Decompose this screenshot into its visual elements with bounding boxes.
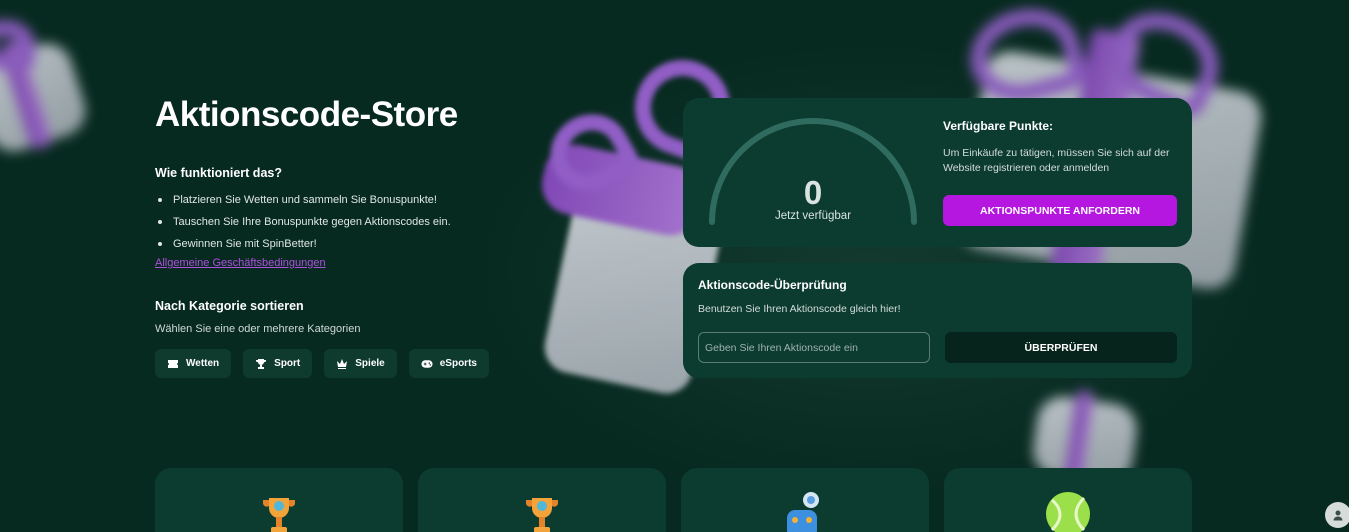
category-chip-spiele[interactable]: Spiele bbox=[324, 349, 397, 378]
list-item: Platzieren Sie Wetten und sammeln Sie Bo… bbox=[155, 192, 451, 214]
category-chip-label: Wetten bbox=[186, 358, 220, 369]
category-chip-sport[interactable]: Sport bbox=[243, 349, 313, 378]
how-it-works-heading: Wie funktioniert das? bbox=[155, 166, 282, 180]
support-chat-button[interactable] bbox=[1325, 502, 1349, 528]
category-chip-label: Sport bbox=[274, 358, 301, 369]
tennis-ball-icon bbox=[1046, 492, 1090, 532]
points-card: 0 Jetzt verfügbar Verfügbare Punkte: Um … bbox=[683, 98, 1192, 247]
points-info-text: Um Einkäufe zu tätigen, müssen Sie sich … bbox=[943, 147, 1170, 174]
category-chip-wetten[interactable]: Wetten bbox=[155, 349, 232, 378]
category-filter: Wetten Sport Spiele eSports bbox=[155, 349, 489, 378]
terms-link[interactable]: Allgemeine Geschäftsbedingungen bbox=[155, 257, 326, 269]
list-item: Gewinnen Sie mit SpinBetter! bbox=[155, 236, 451, 258]
sort-heading: Nach Kategorie sortieren bbox=[155, 299, 304, 313]
crown-icon bbox=[336, 358, 348, 370]
how-it-works-list: Platzieren Sie Wetten und sammeln Sie Bo… bbox=[155, 192, 451, 258]
user-icon bbox=[1333, 510, 1343, 521]
category-chip-label: eSports bbox=[439, 358, 477, 369]
code-check-title: Aktionscode-Überprüfung bbox=[698, 278, 847, 292]
list-item: Tauschen Sie Ihre Bonuspunkte gegen Akti… bbox=[155, 214, 451, 236]
page-title: Aktionscode-Store bbox=[155, 95, 458, 134]
promo-card[interactable] bbox=[418, 468, 666, 532]
trophy-icon bbox=[263, 498, 295, 532]
category-chip-label: Spiele bbox=[355, 358, 385, 369]
points-value: 0 bbox=[803, 174, 823, 211]
promo-card[interactable] bbox=[681, 468, 929, 532]
request-points-button[interactable]: AKTIONSPUNKTE ANFORDERN bbox=[943, 195, 1177, 226]
points-title: Verfügbare Punkte: bbox=[943, 119, 1054, 133]
promo-code-input[interactable] bbox=[698, 332, 930, 363]
points-value-label: Jetzt verfügbar bbox=[774, 210, 852, 222]
promo-card[interactable] bbox=[944, 468, 1192, 532]
sort-subtitle: Wählen Sie eine oder mehrere Kategorien bbox=[155, 323, 361, 335]
gift-decoration-left bbox=[0, 20, 110, 160]
ticket-icon bbox=[167, 358, 179, 370]
trophy-icon bbox=[526, 498, 558, 532]
trophy-icon bbox=[255, 358, 267, 370]
gamepad-icon bbox=[421, 358, 433, 370]
code-check-card: Aktionscode-Überprüfung Benutzen Sie Ihr… bbox=[683, 263, 1192, 378]
gamepad-icon bbox=[787, 492, 819, 532]
code-check-subtitle: Benutzen Sie Ihren Aktionscode gleich hi… bbox=[698, 303, 901, 315]
category-chip-esports[interactable]: eSports bbox=[408, 349, 489, 378]
promo-card[interactable] bbox=[155, 468, 403, 532]
check-code-button[interactable]: ÜBERPRÜFEN bbox=[945, 332, 1177, 363]
